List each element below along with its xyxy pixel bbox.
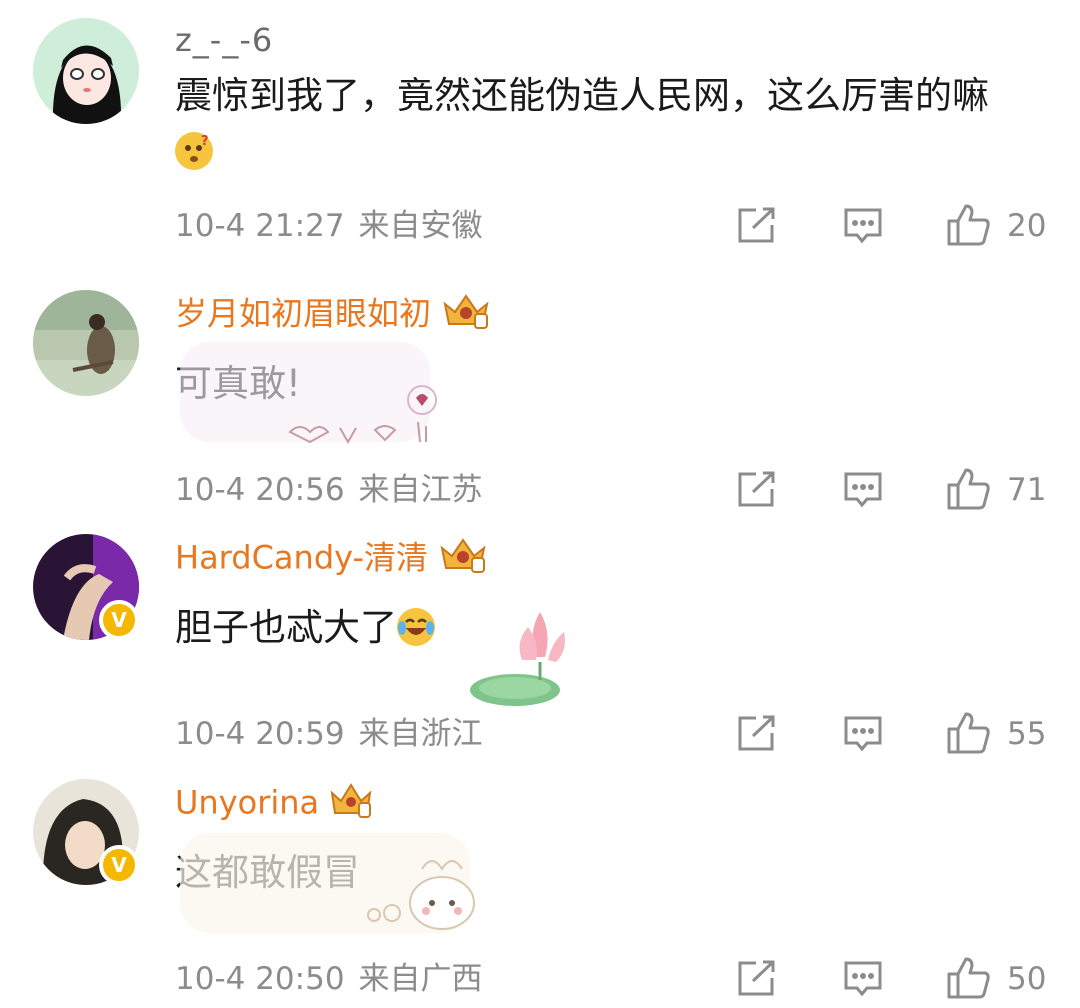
like-button[interactable] [946, 203, 992, 251]
comment-icon [844, 208, 882, 244]
svg-text:?: ? [201, 134, 209, 149]
laugh-cry-emoji-icon [397, 608, 435, 646]
avatar[interactable] [33, 290, 139, 396]
share-icon [738, 715, 775, 751]
lotus-sticker [460, 602, 590, 712]
comment-item: V Unyorina 这都敢假冒 10-4 20:50来自广西 [0, 767, 1080, 1008]
username[interactable]: HardCandy-清清 [175, 536, 488, 583]
crown-badge-icon [329, 781, 373, 828]
thumbs-up-icon [947, 712, 990, 754]
timestamp: 10-4 20:50 [175, 961, 345, 997]
thumbs-up-icon [947, 204, 990, 246]
reply-button[interactable] [843, 207, 883, 249]
comment-meta: 10-4 20:56 来自江苏 [175, 470, 483, 510]
comment-text-content: 胆子也忒大了 [175, 606, 397, 649]
thumbs-up-icon [947, 957, 990, 999]
location: 来自江苏 [358, 472, 483, 508]
reply-button[interactable] [843, 471, 883, 513]
location: 来自广西 [358, 961, 483, 997]
username-text: HardCandy-清清 [175, 538, 429, 577]
share-icon [738, 207, 775, 243]
like-button[interactable] [946, 467, 992, 515]
comment-text-content: 震惊到我了，竟然还能伪造人民网，这么厉害的嘛 [175, 74, 989, 117]
timestamp: 10-4 21:27 [175, 208, 345, 244]
username-text: Unyorina [175, 783, 320, 822]
like-count: 20 [1007, 208, 1047, 244]
like-count: 55 [1007, 716, 1047, 752]
location: 来自浙江 [358, 716, 483, 752]
username[interactable]: 岁月如初眉眼如初 [175, 292, 491, 339]
comment-item: z_-_-6 震惊到我了，竟然还能伪造人民网，这么厉害的嘛 ? 10-4 21:… [0, 0, 1080, 260]
reply-button[interactable] [843, 960, 883, 1002]
like-count: 50 [1007, 961, 1047, 997]
username[interactable]: z_-_-6 [175, 20, 273, 60]
like-count: 71 [1007, 472, 1047, 508]
share-button[interactable] [736, 471, 776, 513]
verified-v-icon: V [99, 845, 139, 885]
comment-meta: 10-4 20:50 来自广西 [175, 959, 483, 999]
avatar[interactable] [33, 18, 139, 124]
comment-icon [844, 472, 882, 508]
comment-icon [844, 961, 882, 997]
timestamp: 10-4 20:56 [175, 472, 345, 508]
comment-meta: 10-4 20:59 来自浙江 [175, 714, 483, 754]
cartoon-sticker [180, 833, 490, 943]
like-button[interactable] [946, 711, 992, 759]
comment-item: 岁月如初眉眼如初 可真敢! 10-4 20:56来自江苏 [0, 262, 1080, 522]
comment-meta: 10-4 21:27 来自安徽 [175, 206, 483, 246]
thinking-emoji-icon: ? [175, 132, 213, 170]
username-text: 岁月如初眉眼如初 [175, 294, 432, 333]
crown-badge-icon [438, 536, 488, 583]
location: 来自安徽 [358, 208, 483, 244]
verified-v-icon: V [99, 600, 139, 640]
comment-text: 胆子也忒大了 [175, 600, 1020, 656]
share-icon [738, 471, 775, 507]
share-icon [738, 960, 775, 996]
share-button[interactable] [736, 960, 776, 1002]
comment-icon [844, 716, 882, 752]
comment-bubble-sticker [180, 342, 440, 452]
thumbs-up-icon [947, 468, 990, 510]
timestamp: 10-4 20:59 [175, 716, 345, 752]
username[interactable]: Unyorina [175, 781, 373, 828]
crown-badge-icon [441, 292, 491, 339]
reply-button[interactable] [843, 715, 883, 757]
share-button[interactable] [736, 207, 776, 249]
comment-text: 震惊到我了，竟然还能伪造人民网，这么厉害的嘛 ? [175, 68, 1020, 180]
comment-item: V HardCandy-清清 胆子也忒大了 10-4 20:59 来自浙江 55 [0, 522, 1080, 767]
share-button[interactable] [736, 715, 776, 757]
like-button[interactable] [946, 956, 992, 1004]
